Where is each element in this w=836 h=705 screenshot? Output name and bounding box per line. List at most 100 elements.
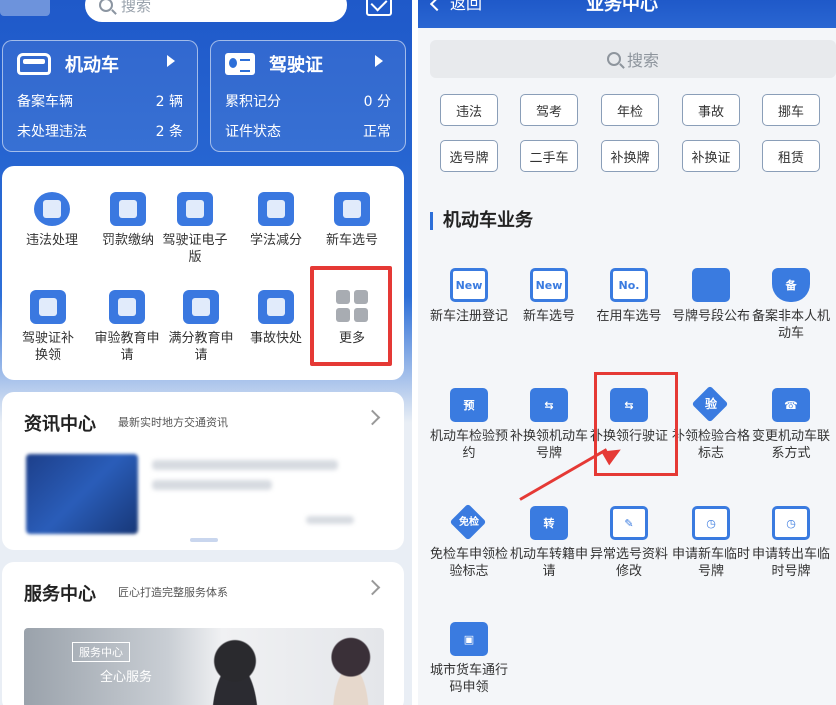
service-center-section: 服务中心 匠心打造完整服务体系 服务中心 全心服务 xyxy=(2,562,404,705)
row-value: 正常 xyxy=(363,124,391,140)
violation-icon xyxy=(34,192,70,226)
location-label[interactable] xyxy=(0,0,50,16)
biz-plate-segment[interactable]: 号牌号段公布 xyxy=(670,268,752,325)
biz-label: 变更机动车联系方式 xyxy=(751,429,830,461)
biz-temp-plate-new[interactable]: ◷ 申请新车临时号牌 xyxy=(670,506,752,580)
row-value: 2 条 xyxy=(155,124,183,140)
search-icon xyxy=(99,0,113,12)
biz-label: 异常选号资料修改 xyxy=(589,547,668,579)
arrow-right-icon xyxy=(167,55,175,67)
biz-label: 机动车检验预约 xyxy=(429,429,508,461)
business-center-screen: 返回 业务中心 搜索 违法 驾考 年检 事故 挪车 选号牌 二手车 补换牌 补换… xyxy=(418,0,836,705)
news-headline-blurred[interactable] xyxy=(152,480,272,490)
inspection-truck-icon: 预 xyxy=(450,388,488,422)
back-button[interactable]: 返回 xyxy=(429,0,482,14)
news-title: 资讯中心 xyxy=(24,414,96,435)
id-card-icon xyxy=(225,53,255,75)
chevron-right-icon[interactable] xyxy=(364,579,381,596)
search-bar[interactable]: 搜索 xyxy=(85,0,347,22)
service-e-license[interactable]: 驾驶证电子版 xyxy=(160,192,230,266)
service-review-education[interactable]: 审验教育申请 xyxy=(94,290,160,364)
inspection-diamond-icon: 验 xyxy=(692,388,730,422)
message-icon[interactable] xyxy=(366,0,392,16)
temp-plate-icon: ◷ xyxy=(692,506,730,540)
icon-glyph: ▣ xyxy=(463,633,475,646)
transfer-truck-icon: 转 xyxy=(530,506,568,540)
service-label: 满分教育申请 xyxy=(168,331,234,363)
back-arrow-icon xyxy=(429,0,445,12)
agent-photo xyxy=(320,632,376,705)
accident-icon xyxy=(258,290,294,324)
car-phone-icon: ☎ xyxy=(772,388,810,422)
icon-glyph: ✎ xyxy=(624,517,634,530)
new-plate-icon xyxy=(334,192,370,226)
service-label: 审验教育申请 xyxy=(94,331,160,363)
vehicle-card-header: 机动车 xyxy=(17,51,175,77)
vehicle-card[interactable]: 机动车 备案车辆 2 辆 未处理违法 2 条 xyxy=(2,40,198,152)
tag-button[interactable]: 事故 xyxy=(682,94,740,126)
tag-button[interactable]: 租赁 xyxy=(762,140,820,172)
row-label: 证件状态 xyxy=(225,124,281,140)
book-icon xyxy=(258,192,294,226)
biz-label: 机动车转籍申请 xyxy=(509,547,588,579)
license-card[interactable]: 驾驶证 累积记分 0 分 证件状态 正常 xyxy=(210,40,406,152)
chevron-right-icon[interactable] xyxy=(364,409,381,426)
license-replace-icon xyxy=(30,290,66,324)
news-subtitle: 最新实时地方交通资讯 xyxy=(118,416,228,429)
new-plate-select-icon: New xyxy=(530,268,568,302)
service-accident[interactable]: 事故快处 xyxy=(238,290,314,347)
icon-glyph: 转 xyxy=(543,517,555,530)
biz-replace-plate[interactable]: ⇆ 补换领机动车号牌 xyxy=(508,388,590,462)
tag-button[interactable]: 年检 xyxy=(601,94,659,126)
service-violation[interactable]: 违法处理 xyxy=(14,192,90,249)
biz-new-registration[interactable]: New 新车注册登记 xyxy=(428,268,510,325)
service-fine[interactable]: 罚款缴纳 xyxy=(90,192,166,249)
biz-label: 在用车选号 xyxy=(596,309,662,324)
service-license-replace[interactable]: 驾驶证补换领 xyxy=(16,290,80,364)
biz-transfer[interactable]: 转 机动车转籍申请 xyxy=(508,506,590,580)
biz-change-contact[interactable]: ☎ 变更机动车联系方式 xyxy=(750,388,832,462)
service-label: 罚款缴纳 xyxy=(101,233,154,248)
arrow-right-icon xyxy=(375,55,383,67)
e-license-icon xyxy=(177,192,213,226)
biz-label: 申请新车临时号牌 xyxy=(671,547,750,579)
icon-glyph: ☎ xyxy=(784,399,798,412)
tag-button[interactable]: 驾考 xyxy=(520,94,578,126)
search-input[interactable]: 搜索 xyxy=(430,40,836,78)
icon-glyph: No. xyxy=(618,279,640,292)
news-headline-blurred[interactable] xyxy=(152,460,338,470)
service-full-score-education[interactable]: 满分教育申请 xyxy=(168,290,234,364)
vehicle-row: 未处理违法 2 条 xyxy=(17,121,183,141)
swap-plate-icon: ⇆ xyxy=(530,388,568,422)
service-new-plate[interactable]: 新车选号 xyxy=(314,192,390,249)
tag-button[interactable]: 二手车 xyxy=(520,140,578,172)
biz-temp-plate-out[interactable]: ◷ 申请转出车临时号牌 xyxy=(750,506,832,580)
service-study[interactable]: 学法减分 xyxy=(238,192,314,249)
service-center-subtitle: 匠心打造完整服务体系 xyxy=(118,586,228,599)
news-image[interactable] xyxy=(26,454,138,534)
tag-button[interactable]: 补换证 xyxy=(682,140,740,172)
biz-label: 补领检验合格标志 xyxy=(671,429,750,461)
biz-truck-pass[interactable]: ▣ 城市货车通行码申领 xyxy=(428,622,510,696)
service-label: 驾驶证电子版 xyxy=(162,233,228,265)
biz-inspection-booking[interactable]: 预 机动车检验预约 xyxy=(428,388,510,462)
biz-plate-select[interactable]: No. 在用车选号 xyxy=(588,268,670,325)
tag-button[interactable]: 违法 xyxy=(440,94,498,126)
service-banner[interactable]: 服务中心 全心服务 xyxy=(24,628,384,705)
biz-label: 补换领机动车号牌 xyxy=(509,429,588,461)
home-screen: 搜索 机动车 备案车辆 2 辆 未处理违法 2 条 驾驶证 累积记分 0 分 证… xyxy=(0,0,412,705)
tag-button[interactable]: 选号牌 xyxy=(440,140,498,172)
biz-register-other-vehicle[interactable]: 备 备案非本人机动车 xyxy=(750,268,832,342)
tag-button[interactable]: 补换牌 xyxy=(601,140,659,172)
biz-new-plate-select[interactable]: New 新车选号 xyxy=(508,268,590,325)
biz-abnormal-edit[interactable]: ✎ 异常选号资料修改 xyxy=(588,506,670,580)
icon-glyph: New xyxy=(535,279,563,292)
fine-icon xyxy=(110,192,146,226)
biz-exempt-mark[interactable]: 免检 免检车申领检验标志 xyxy=(428,506,510,580)
tag-button[interactable]: 挪车 xyxy=(762,94,820,126)
service-label: 事故快处 xyxy=(249,331,302,346)
biz-label: 号牌号段公布 xyxy=(671,309,750,324)
news-section: 资讯中心 最新实时地方交通资讯 xyxy=(2,392,404,550)
biz-inspection-mark[interactable]: 验 补领检验合格标志 xyxy=(670,388,752,462)
exempt-diamond-icon: 免检 xyxy=(450,506,488,540)
